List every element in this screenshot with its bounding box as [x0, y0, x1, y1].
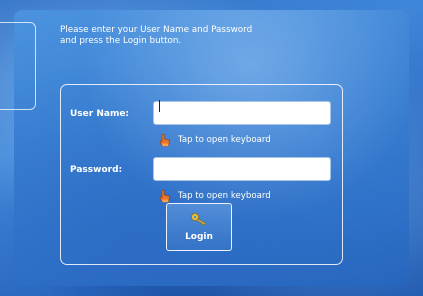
- username-keyboard-hint[interactable]: Tap to open keyboard: [158, 133, 271, 147]
- password-keyboard-hint[interactable]: Tap to open keyboard: [158, 189, 271, 203]
- login-button-label: Login: [185, 232, 213, 242]
- side-panel[interactable]: [0, 22, 36, 110]
- username-input[interactable]: [153, 101, 331, 125]
- instructions-line-2: and press the Login button.: [60, 36, 182, 46]
- password-label: Password:: [70, 165, 123, 175]
- pointing-hand-icon: [159, 133, 170, 147]
- instructions-text: Please enter your User Name and Password…: [60, 25, 320, 47]
- password-keyboard-hint-text: Tap to open keyboard: [178, 191, 271, 201]
- pointing-hand-icon: [159, 189, 170, 203]
- key-icon: [191, 213, 206, 226]
- login-button[interactable]: Login: [166, 203, 232, 251]
- username-label: User Name:: [70, 109, 130, 119]
- text-caret: [159, 100, 160, 112]
- instructions-line-1: Please enter your User Name and Password: [60, 25, 253, 35]
- password-input[interactable]: [153, 157, 331, 181]
- username-keyboard-hint-text: Tap to open keyboard: [178, 135, 271, 145]
